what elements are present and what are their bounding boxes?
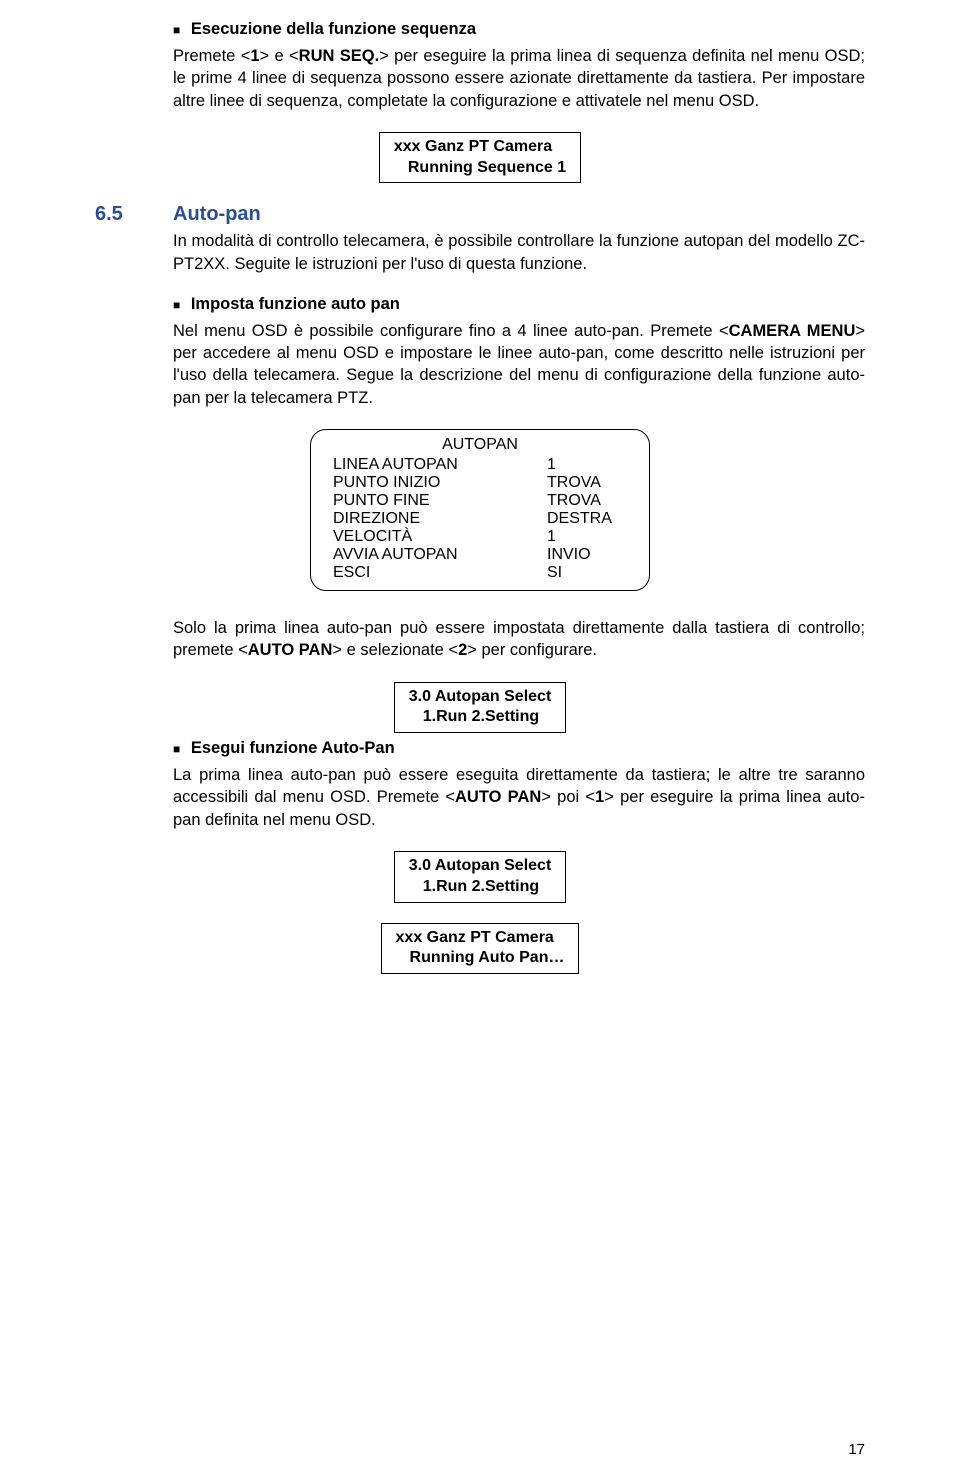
osd-menu-value: TROVA xyxy=(547,474,627,492)
osd-menu-key: VELOCITÀ xyxy=(333,528,547,546)
lcd-display-running-autopan: xxx Ganz PT Camera Running Auto Pan… xyxy=(381,923,580,975)
lcd-line-1: xxx Ganz PT Camera xyxy=(396,928,565,949)
osd-menu-value: 1 xyxy=(547,456,627,474)
osd-menu-key: DIREZIONE xyxy=(333,510,547,528)
section-number: 6.5 xyxy=(95,203,173,226)
subsection-title-esegui: ■ Esegui funzione Auto-Pan xyxy=(173,739,865,758)
osd-menu-autopan: AUTOPAN LINEA AUTOPAN1PUNTO INIZIOTROVAP… xyxy=(310,429,650,591)
paragraph-esecuzione: Premete <1> e <RUN SEQ.> per eseguire la… xyxy=(173,45,865,112)
subsection-title-esecuzione: ■ Esecuzione della funzione sequenza xyxy=(173,20,865,39)
lcd-display-running-sequence: xxx Ganz PT Camera Running Sequence 1 xyxy=(379,132,581,184)
section-title: Auto-pan xyxy=(173,203,261,226)
lcd-line-2: 1.Run 2.Setting xyxy=(409,877,552,898)
lcd-line-1: xxx Ganz PT Camera xyxy=(394,137,566,158)
osd-menu-row: AVVIA AUTOPANINVIO xyxy=(333,546,627,564)
osd-menu-key: LINEA AUTOPAN xyxy=(333,456,547,474)
osd-menu-row: VELOCITÀ1 xyxy=(333,528,627,546)
osd-menu-value: 1 xyxy=(547,528,627,546)
paragraph-imposta: Nel menu OSD è possibile configurare fin… xyxy=(173,320,865,409)
bullet-icon: ■ xyxy=(173,23,180,37)
osd-menu-row: DIREZIONEDESTRA xyxy=(333,510,627,528)
osd-menu-row: PUNTO INIZIOTROVA xyxy=(333,474,627,492)
bullet-icon: ■ xyxy=(173,298,180,312)
section-heading-row: 6.5 Auto-pan xyxy=(95,203,865,226)
page-number: 17 xyxy=(848,1441,865,1458)
osd-menu-key: AVVIA AUTOPAN xyxy=(333,546,547,564)
subsection-title-text: Imposta funzione auto pan xyxy=(191,295,400,313)
lcd-line-2: 1.Run 2.Setting xyxy=(409,707,552,728)
osd-menu-value: SI xyxy=(547,564,627,582)
lcd-display-autopan-select-1: 3.0 Autopan Select 1.Run 2.Setting xyxy=(394,682,567,734)
osd-menu-value: DESTRA xyxy=(547,510,627,528)
osd-menu-key: PUNTO FINE xyxy=(333,492,547,510)
lcd-line-1: 3.0 Autopan Select xyxy=(409,856,552,877)
subsection-title-imposta: ■ Imposta funzione auto pan xyxy=(173,295,865,314)
osd-menu-row: LINEA AUTOPAN1 xyxy=(333,456,627,474)
paragraph-autopan-intro: In modalità di controllo telecamera, è p… xyxy=(173,230,865,275)
osd-menu-value: INVIO xyxy=(547,546,627,564)
lcd-display-autopan-select-2: 3.0 Autopan Select 1.Run 2.Setting xyxy=(394,851,567,903)
paragraph-solo-prima-linea: Solo la prima linea auto-pan può essere … xyxy=(173,617,865,662)
osd-menu-key: ESCI xyxy=(333,564,547,582)
subsection-title-text: Esecuzione della funzione sequenza xyxy=(191,20,476,38)
osd-menu-value: TROVA xyxy=(547,492,627,510)
lcd-line-2: Running Auto Pan… xyxy=(396,948,565,969)
lcd-line-2: Running Sequence 1 xyxy=(394,158,566,179)
paragraph-esegui: La prima linea auto-pan può essere esegu… xyxy=(173,764,865,831)
lcd-line-1: 3.0 Autopan Select xyxy=(409,687,552,708)
osd-menu-title: AUTOPAN xyxy=(333,436,627,454)
bullet-icon: ■ xyxy=(173,742,180,756)
osd-menu-key: PUNTO INIZIO xyxy=(333,474,547,492)
osd-menu-row: ESCISI xyxy=(333,564,627,582)
osd-menu-row: PUNTO FINETROVA xyxy=(333,492,627,510)
subsection-title-text: Esegui funzione Auto-Pan xyxy=(191,739,395,757)
